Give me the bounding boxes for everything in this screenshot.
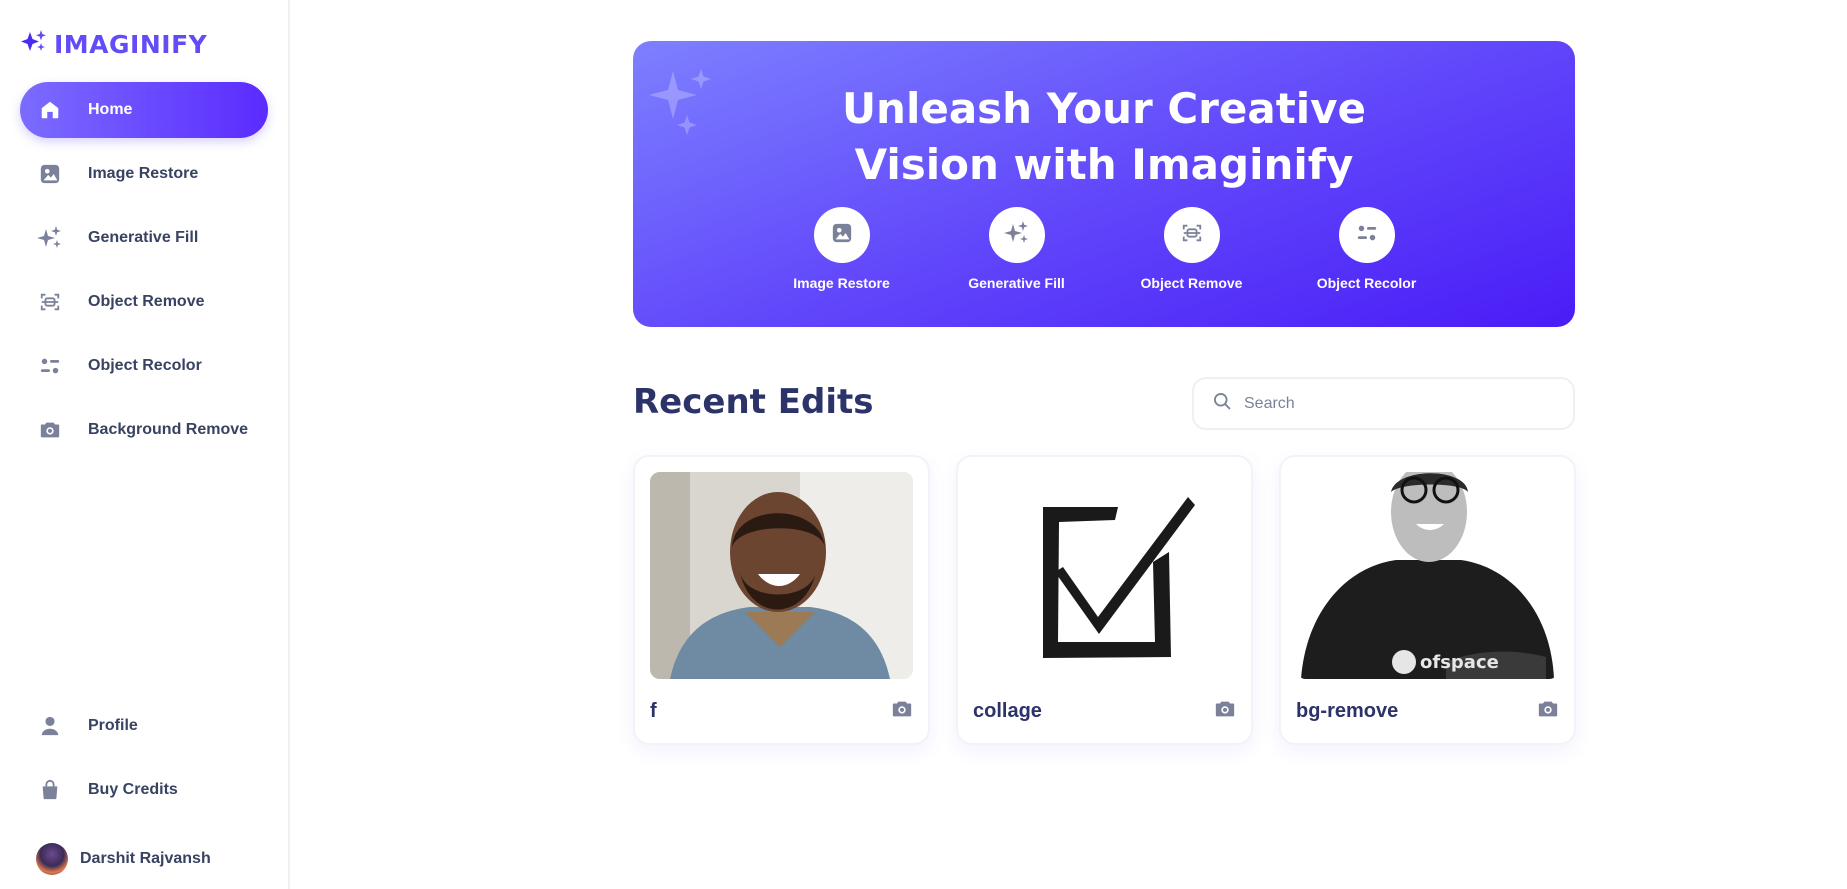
tool-label: Object Recolor	[1316, 275, 1417, 291]
sidebar-item-label: Background Remove	[88, 421, 249, 438]
tool-label: Object Remove	[1140, 275, 1243, 291]
tool-generative-fill[interactable]: Generative Fill	[929, 207, 1104, 291]
card-title: bg-remove	[1296, 700, 1399, 722]
sidebar-item-profile[interactable]: Profile	[20, 698, 268, 754]
sidebar-item-label: Image Restore	[88, 165, 199, 182]
image-icon	[831, 222, 853, 249]
sidebar-item-object-recolor[interactable]: Object Recolor	[20, 338, 268, 394]
sidebar-item-label: Buy Credits	[88, 781, 178, 798]
image-icon	[36, 160, 64, 188]
avatar	[36, 843, 68, 875]
home-icon	[36, 96, 64, 124]
user-name: Darshit Rajvansh	[80, 850, 211, 867]
image-card[interactable]: f	[633, 455, 930, 745]
hero-banner: Unleash Your Creative Vision with Imagin…	[633, 41, 1575, 327]
card-footer: collage	[973, 698, 1236, 725]
image-thumbnail-smiling-man	[650, 472, 913, 679]
stars-icon	[36, 224, 64, 252]
recent-edits-title: Recent Edits	[633, 382, 874, 422]
search-input[interactable]	[1244, 394, 1544, 413]
tool-image-restore[interactable]: Image Restore	[754, 207, 929, 291]
profile-icon	[36, 712, 64, 740]
sidebar-item-buy-credits[interactable]: Buy Credits	[20, 762, 268, 818]
filter-icon	[36, 352, 64, 380]
banner-title: Unleash Your Creative Vision with Imagin…	[633, 81, 1575, 193]
image-thumbnail-checkbox	[973, 472, 1236, 679]
camera-icon	[1214, 698, 1236, 725]
image-card[interactable]: collage	[956, 455, 1253, 745]
sidebar-item-label: Object Remove	[88, 293, 205, 310]
card-footer: f	[650, 698, 913, 725]
stars-icon	[1003, 220, 1030, 251]
camera-icon	[891, 698, 913, 725]
banner-title-line1: Unleash Your Creative	[841, 84, 1367, 133]
search-box[interactable]	[1192, 377, 1575, 430]
sidebar-item-label: Object Recolor	[88, 357, 202, 374]
banner-tools: Image Restore Generative Fill Object Rem…	[633, 207, 1575, 291]
sidebar-item-label: Home	[88, 101, 133, 118]
sidebar-item-label: Profile	[88, 717, 138, 734]
sidebar-bottom-nav: Profile Buy Credits	[20, 698, 268, 826]
sidebar-item-generative-fill[interactable]: Generative Fill	[20, 210, 268, 266]
card-title: collage	[973, 700, 1042, 722]
tool-circle	[813, 207, 870, 263]
sidebar-nav: Home Image Restore Generative Fill Objec…	[20, 82, 268, 466]
tool-circle	[988, 207, 1045, 263]
sidebar-item-background-remove[interactable]: Background Remove	[20, 402, 268, 458]
banner-title-line2: Vision with Imaginify	[854, 140, 1354, 189]
sidebar-item-image-restore[interactable]: Image Restore	[20, 146, 268, 202]
camera-icon	[36, 416, 64, 444]
sidebar-item-object-remove[interactable]: Object Remove	[20, 274, 268, 330]
svg-text:ofspace: ofspace	[1420, 652, 1499, 673]
image-card[interactable]: ofspace bg-remove	[1279, 455, 1576, 745]
logo[interactable]: IMAGINIFY	[20, 28, 207, 61]
card-footer: bg-remove	[1296, 698, 1559, 725]
scan-icon	[36, 288, 64, 316]
tool-object-recolor[interactable]: Object Recolor	[1279, 207, 1454, 291]
card-title: f	[650, 700, 657, 722]
tool-label: Generative Fill	[968, 275, 1065, 291]
tool-circle	[1338, 207, 1395, 263]
camera-icon	[1537, 698, 1559, 725]
scan-icon	[1181, 222, 1203, 249]
tool-object-remove[interactable]: Object Remove	[1104, 207, 1279, 291]
logo-text: IMAGINIFY	[54, 30, 208, 59]
tool-label: Image Restore	[793, 275, 890, 291]
bag-icon	[36, 776, 64, 804]
tool-circle	[1163, 207, 1220, 263]
search-icon	[1212, 391, 1232, 416]
sidebar-item-label: Generative Fill	[88, 229, 199, 246]
user-profile[interactable]: Darshit Rajvansh	[36, 843, 211, 875]
app-root: IMAGINIFY Home Image Restore Generative …	[0, 0, 1847, 889]
recent-edits-grid: f collage ofspace bg-remove	[633, 455, 1576, 745]
image-thumbnail-man-bg-removed: ofspace	[1296, 472, 1559, 679]
sidebar: IMAGINIFY Home Image Restore Generative …	[0, 0, 290, 889]
filter-icon	[1356, 222, 1378, 249]
logo-icon	[20, 28, 50, 61]
sidebar-item-home[interactable]: Home	[20, 82, 268, 138]
